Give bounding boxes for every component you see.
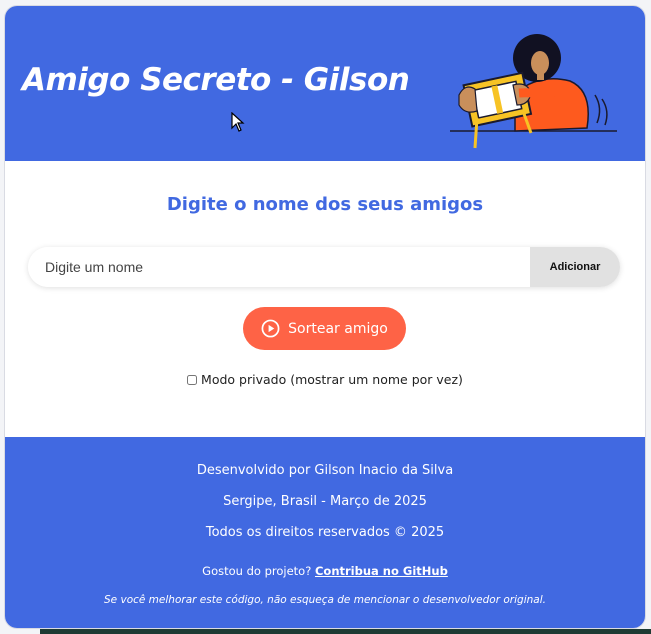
github-contribute-link[interactable]: Contribua no GitHub — [315, 564, 448, 578]
section-heading: Digite o nome dos seus amigos — [166, 194, 484, 215]
footer-contribute: Gostou do projeto? Contribua no GitHub — [5, 564, 645, 578]
header: Amigo Secreto - Gilson — [5, 6, 645, 161]
footer-note: Se você melhorar este código, não esqueç… — [104, 594, 546, 606]
draw-friend-button[interactable]: Sortear amigo — [243, 307, 406, 350]
taskbar-strip — [40, 629, 651, 634]
footer-location: Sergipe, Brasil - Março de 2025 — [223, 494, 427, 509]
footer-like-text: Gostou do projeto? — [202, 564, 312, 578]
footer: Desenvolvido por Gilson Inacio da Silva … — [5, 437, 645, 628]
app-card: Amigo Secreto - Gilson Digite o nome dos… — [5, 6, 645, 628]
add-friend-form: Adicionar — [28, 247, 620, 287]
friend-name-input[interactable] — [28, 247, 530, 287]
footer-developer: Desenvolvido por Gilson Inacio da Silva — [196, 463, 454, 478]
draw-button-label: Sortear amigo — [288, 320, 388, 337]
page-title: Amigo Secreto - Gilson — [22, 62, 410, 98]
person-with-box-illustration — [450, 34, 617, 149]
add-button[interactable]: Adicionar — [530, 247, 620, 287]
private-mode-label[interactable]: Modo privado (mostrar um nome por vez) — [187, 372, 463, 387]
private-mode-text: Modo privado (mostrar um nome por vez) — [201, 372, 463, 387]
mouse-cursor-icon — [231, 112, 245, 132]
footer-rights: Todos os direitos reservados © 2025 — [205, 525, 445, 540]
private-mode-checkbox[interactable] — [187, 374, 198, 385]
private-mode-row: Modo privado (mostrar um nome por vez) — [5, 372, 645, 388]
play-circle-icon — [261, 319, 280, 338]
